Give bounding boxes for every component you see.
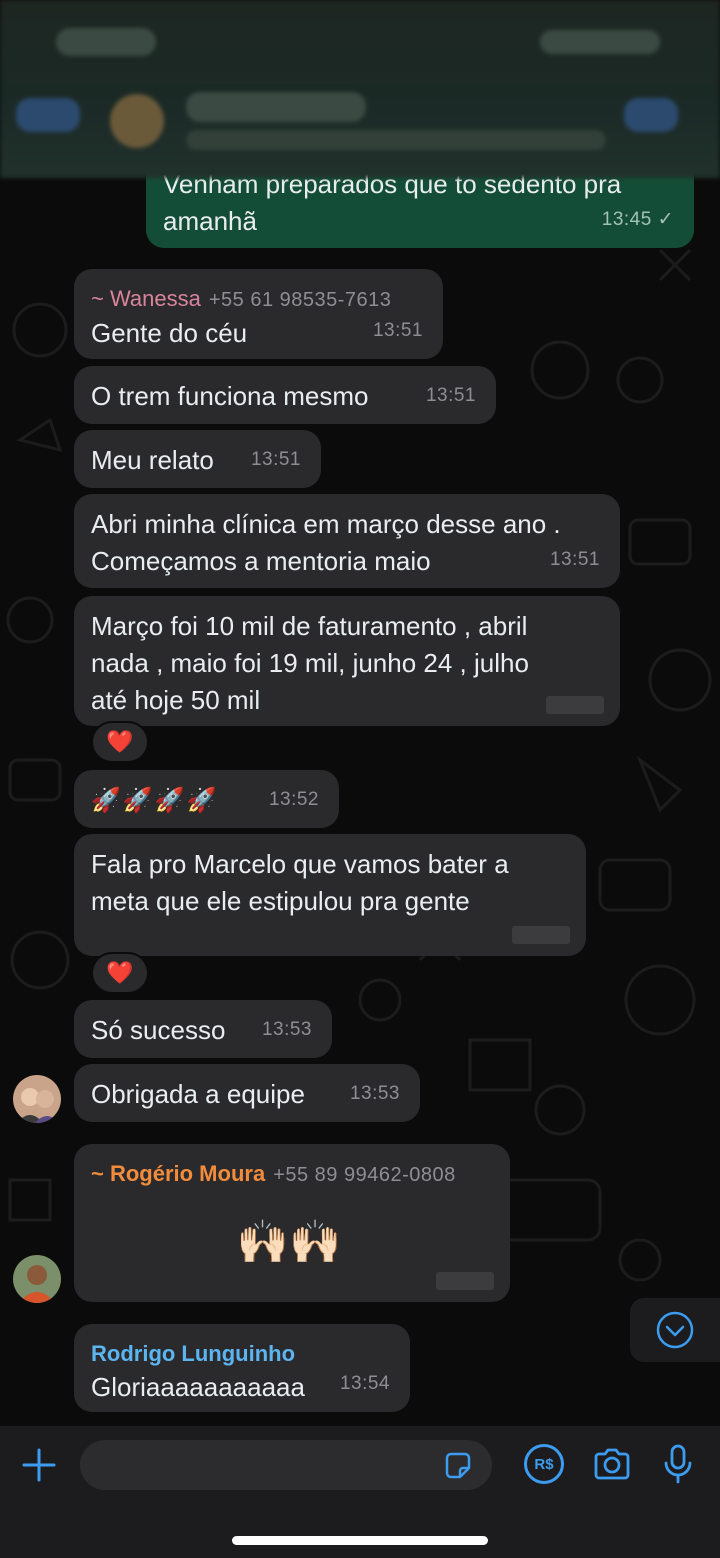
incoming-message[interactable]: Abri minha clínica em março desse ano . … xyxy=(74,494,620,588)
heart-icon: ❤️ xyxy=(106,729,134,754)
reaction-badge[interactable]: ❤️ xyxy=(91,721,149,763)
message-time: 13:51 xyxy=(250,449,301,470)
heart-icon: ❤️ xyxy=(106,960,134,985)
message-time: 13:53 xyxy=(349,1083,400,1104)
message-time: 13:52 xyxy=(268,789,319,810)
avatar-photo-icon xyxy=(13,1255,61,1303)
attach-button[interactable] xyxy=(18,1444,60,1486)
incoming-message[interactable]: Só sucesso 13:53 xyxy=(74,1000,332,1058)
message-time: 13:51 xyxy=(549,549,600,570)
voice-message-button[interactable] xyxy=(658,1440,698,1488)
message-text: Fala pro Marcelo que vamos bater a meta … xyxy=(91,849,509,916)
back-button[interactable] xyxy=(16,98,80,132)
incoming-message[interactable]: Fala pro Marcelo que vamos bater a meta … xyxy=(74,834,586,956)
avatar[interactable] xyxy=(13,1075,61,1123)
payment-button[interactable]: R$ xyxy=(524,1444,564,1484)
sticker-icon xyxy=(445,1452,471,1479)
sender-name[interactable]: ~ Wanessa xyxy=(91,286,201,312)
message-time-redacted xyxy=(436,1272,494,1290)
incoming-message[interactable]: Meu relato 13:51 xyxy=(74,430,321,488)
call-button[interactable] xyxy=(624,98,678,132)
group-title[interactable] xyxy=(186,92,366,122)
microphone-icon xyxy=(664,1444,692,1484)
message-time: 13:51 xyxy=(425,385,476,406)
message-time: 13:54 xyxy=(339,1373,390,1394)
incoming-message[interactable]: O trem funciona mesmo 13:51 xyxy=(74,366,496,424)
group-avatar[interactable] xyxy=(110,94,164,148)
status-bar-time xyxy=(56,28,156,56)
sticker-button[interactable] xyxy=(440,1448,476,1484)
sender-phone: +55 61 98535-7613 xyxy=(208,289,392,311)
message-time-redacted xyxy=(512,926,570,944)
group-members xyxy=(186,130,606,150)
pix-brl-icon: R$ xyxy=(534,1455,554,1473)
avatar[interactable] xyxy=(13,1255,61,1303)
incoming-message[interactable]: Obrigada a equipe 13:53 xyxy=(74,1064,420,1122)
message-text: Março foi 10 mil de faturamento , abril … xyxy=(91,611,529,715)
message-input[interactable] xyxy=(80,1440,492,1490)
chevron-down-circle-icon xyxy=(656,1311,694,1349)
incoming-message[interactable]: ~ Rogério Moura +55 89 99462-0808 🙌🏻🙌🏻 xyxy=(74,1144,510,1302)
scroll-to-bottom-button[interactable] xyxy=(630,1298,720,1362)
chat-header xyxy=(0,0,720,178)
message-text: O trem funciona mesmo xyxy=(91,381,369,411)
incoming-message[interactable]: 🚀🚀🚀🚀 13:52 xyxy=(74,770,339,828)
camera-icon xyxy=(594,1448,630,1480)
message-time: 13:51 xyxy=(372,320,423,341)
message-time: 13:45 ✓ xyxy=(601,209,674,230)
status-bar-icons xyxy=(540,30,660,54)
message-time: 13:53 xyxy=(261,1019,312,1040)
incoming-message[interactable]: Rodrigo Lunguinho Gloriaaaaaaaaaaa 13:54 xyxy=(74,1324,410,1412)
message-emoji: 🙌🏻🙌🏻 xyxy=(236,1218,342,1265)
plus-icon xyxy=(22,1448,56,1482)
incoming-message[interactable]: ~ Wanessa +55 61 98535-7613 Gente do céu … xyxy=(74,269,443,359)
camera-button[interactable] xyxy=(590,1442,634,1486)
message-text: Abri minha clínica em março desse ano . … xyxy=(91,509,561,576)
avatar-photo-icon xyxy=(13,1075,61,1123)
incoming-message[interactable]: Março foi 10 mil de faturamento , abril … xyxy=(74,596,620,726)
sender-name[interactable]: Rodrigo Lunguinho xyxy=(91,1341,295,1367)
sender-phone: +55 89 99462-0808 xyxy=(273,1164,456,1186)
reaction-badge[interactable]: ❤️ xyxy=(91,952,149,994)
sender-name[interactable]: ~ Rogério Moura xyxy=(91,1161,265,1187)
message-time-redacted xyxy=(546,696,604,714)
home-indicator[interactable] xyxy=(232,1536,488,1545)
